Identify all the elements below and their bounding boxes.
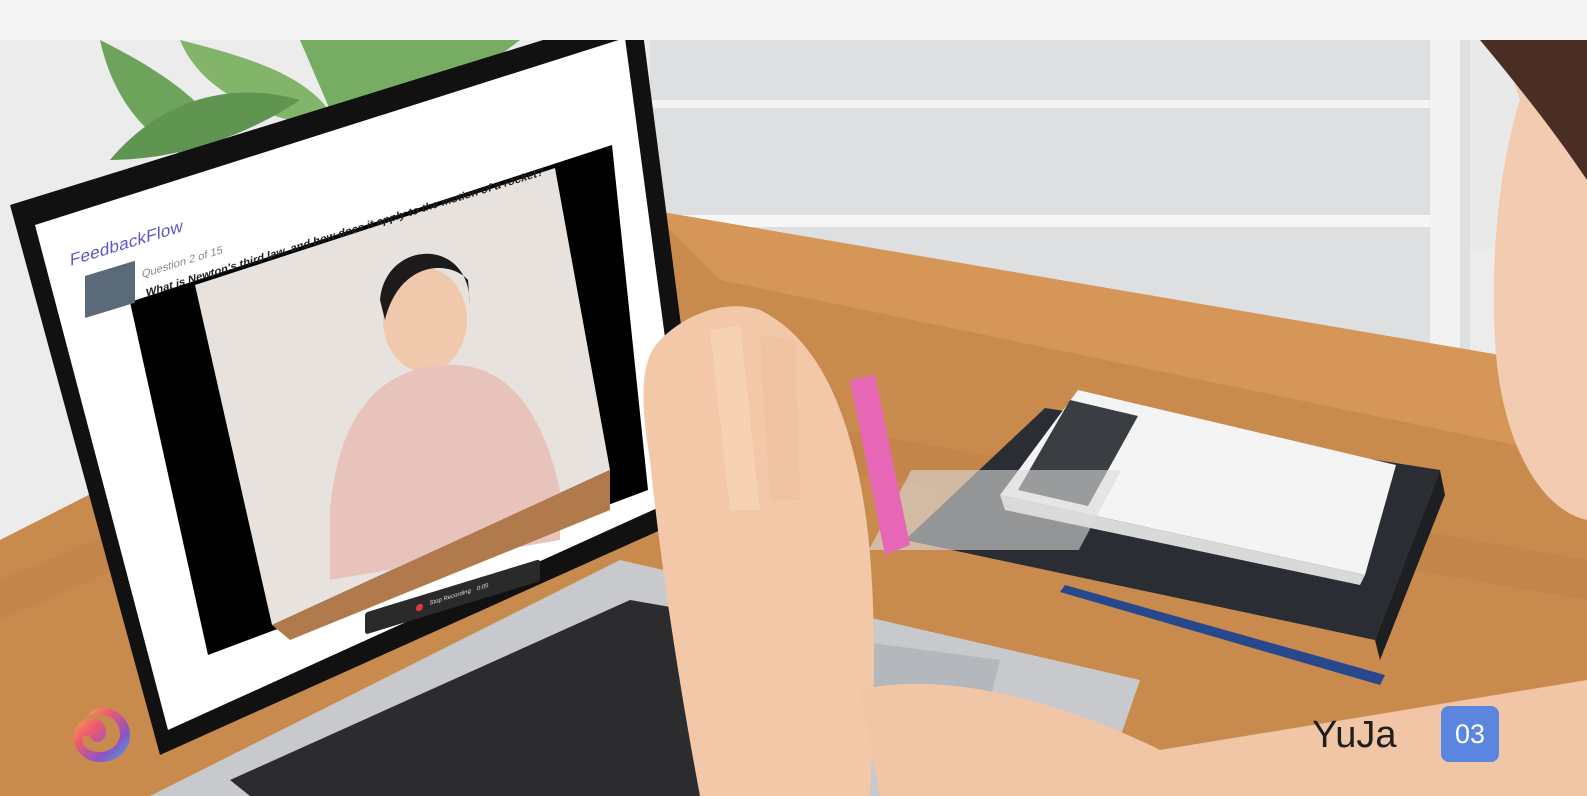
background-photo: FeedbackFlow Question 2 of 15 What is Ne… <box>0 40 1587 796</box>
stop-recording-label: Stop Recording <box>429 588 471 607</box>
recording-timer: 0:05 <box>476 582 489 593</box>
record-icon <box>416 602 424 612</box>
question-text: What is Newton's third law, and how does… <box>146 166 544 300</box>
swirl-logo-icon <box>74 708 130 762</box>
top-bar <box>0 0 1587 41</box>
slide-page: FeedbackFlow Question 2 of 15 What is Ne… <box>0 0 1587 796</box>
brand-name: YuJa <box>1312 714 1397 756</box>
page-number-badge: 03 <box>1441 706 1499 762</box>
